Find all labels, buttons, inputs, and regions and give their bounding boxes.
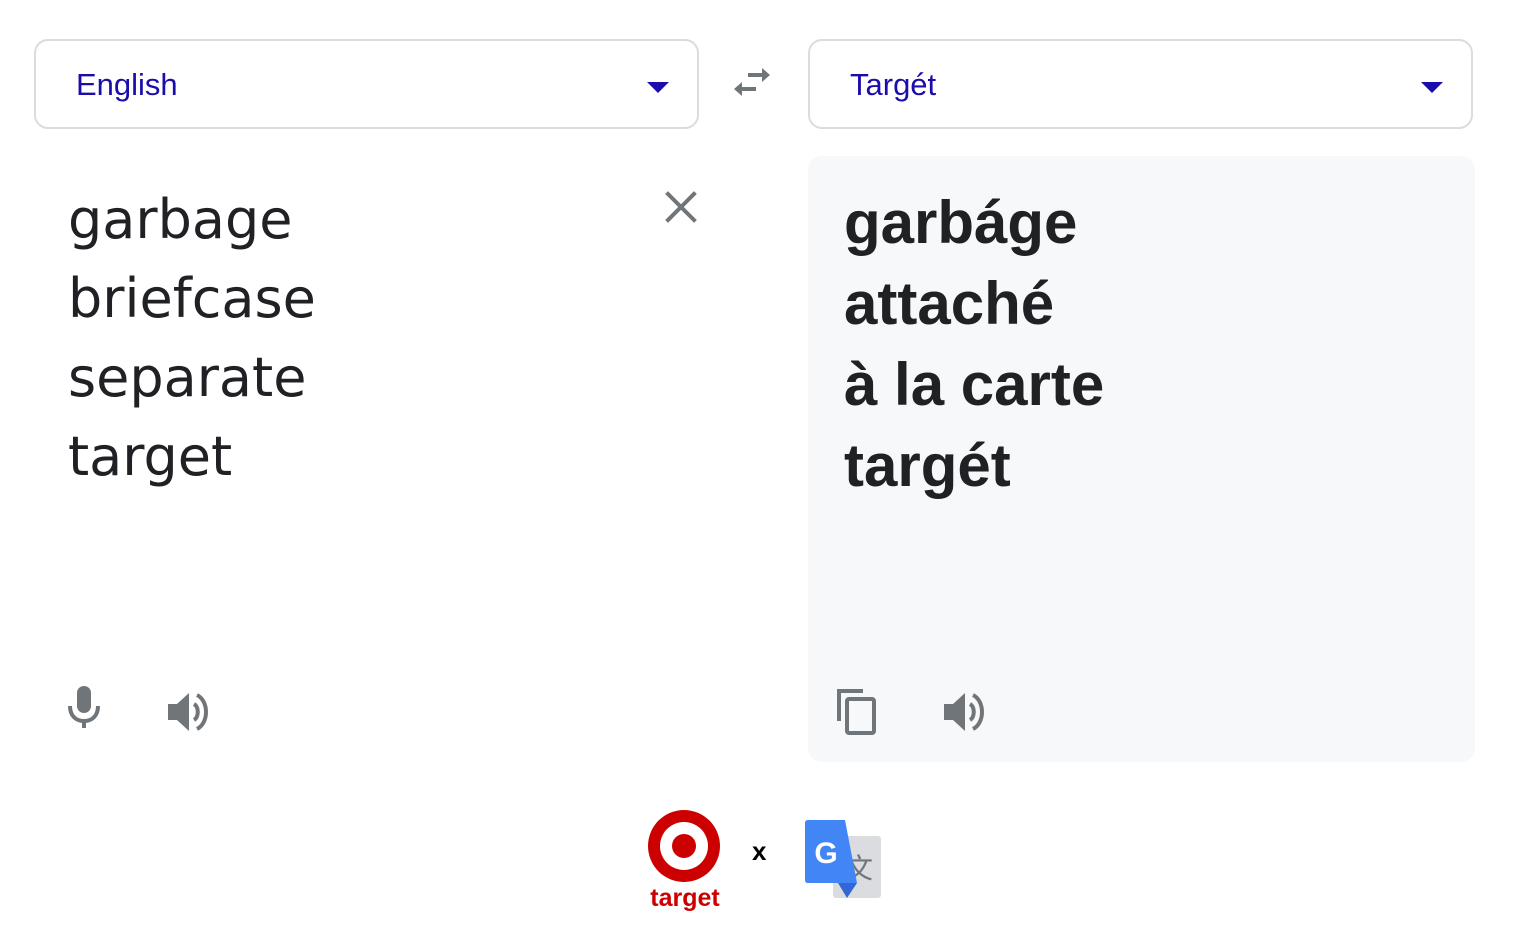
microphone-icon xyxy=(68,686,100,728)
target-language-label: Targét xyxy=(850,67,937,102)
chevron-down-icon xyxy=(1421,82,1443,93)
copy-translation-button[interactable] xyxy=(834,686,882,738)
target-language-select[interactable]: Targét xyxy=(808,39,1473,129)
translate-widget: English Targét garbage briefcase separat… xyxy=(0,0,1516,934)
svg-text:G: G xyxy=(814,837,837,870)
translation-line: attaché xyxy=(844,270,1055,337)
target-logo: target xyxy=(644,806,726,916)
swap-languages-button[interactable] xyxy=(726,62,778,106)
collab-separator: x xyxy=(752,836,767,866)
source-line: target xyxy=(68,425,233,488)
translation-line: à la carte xyxy=(844,351,1105,418)
source-line: separate xyxy=(68,346,307,409)
google-translate-icon: 文 G xyxy=(805,820,881,898)
source-language-select[interactable]: English xyxy=(34,39,699,129)
translation-text: garbáge attaché à la carte targét xyxy=(844,188,1104,512)
swap-languages-icon xyxy=(734,68,770,96)
source-language-label: English xyxy=(76,67,178,102)
clear-text-button[interactable] xyxy=(660,186,702,228)
voice-input-button[interactable] xyxy=(62,684,106,732)
chevron-down-icon xyxy=(647,82,669,93)
source-line: garbage xyxy=(68,188,293,251)
listen-translation-button[interactable] xyxy=(940,688,990,736)
speaker-icon xyxy=(168,693,208,731)
close-icon xyxy=(665,191,697,223)
source-text-input[interactable]: garbage briefcase separate target xyxy=(68,180,628,496)
copy-icon xyxy=(837,689,876,735)
bullseye-icon: target xyxy=(648,810,720,912)
translation-line: targét xyxy=(844,432,1011,499)
translation-output-panel: garbáge attaché à la carte targét xyxy=(808,156,1475,762)
target-logo-text: target xyxy=(650,884,720,912)
speaker-icon xyxy=(944,693,984,731)
google-translate-logo: 文 G xyxy=(803,820,885,900)
source-line: briefcase xyxy=(68,267,316,330)
listen-source-button[interactable] xyxy=(164,688,214,736)
translation-line: garbáge xyxy=(844,189,1078,256)
